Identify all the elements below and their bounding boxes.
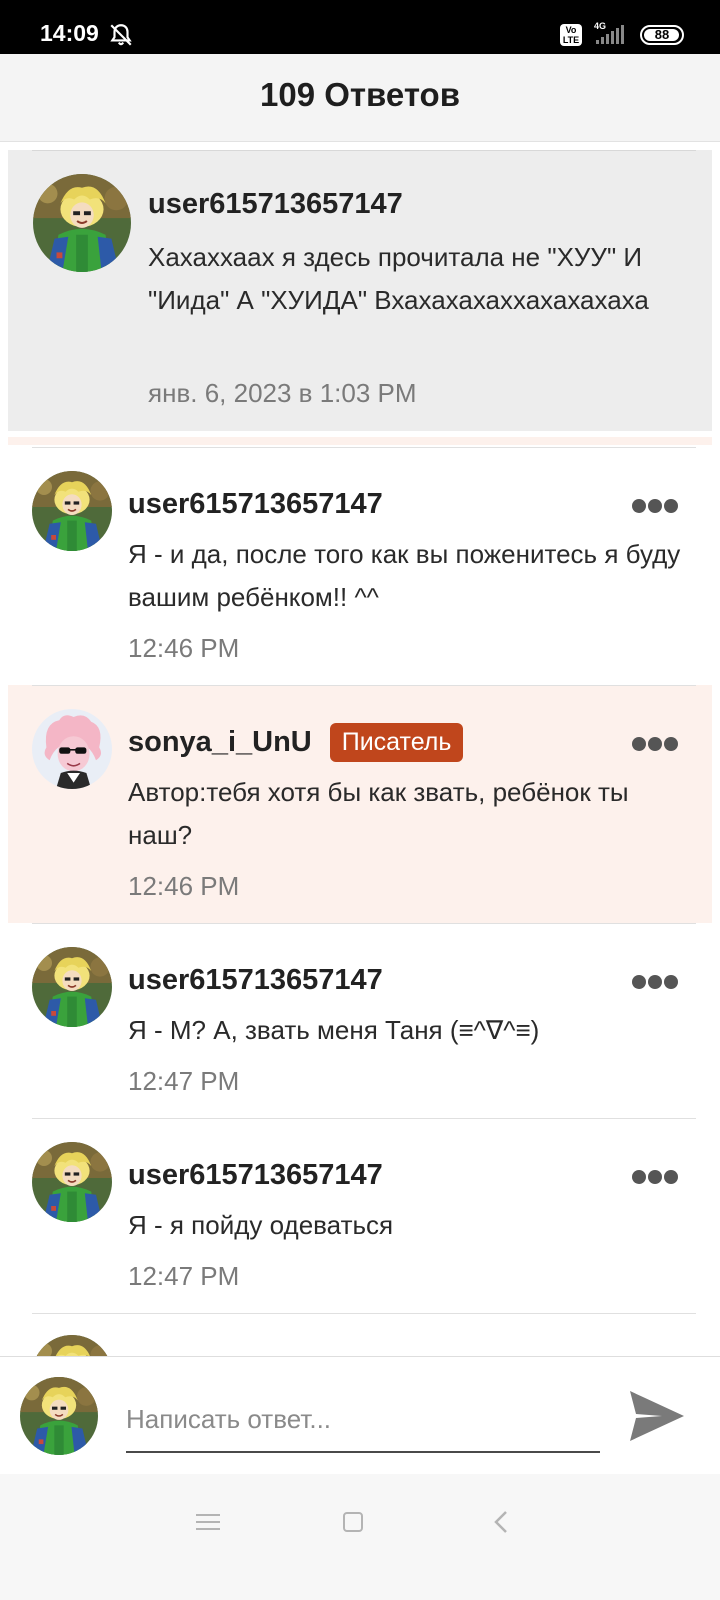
reply-text: Я - и да, после того как вы поженитесь я… — [128, 539, 681, 612]
volte-icon: Vo LTE — [560, 24, 582, 46]
reply-time: 12:46 PM — [128, 871, 240, 901]
reply-header: user615713657147 — [128, 484, 383, 524]
reply-text: Я - я пойду одеваться — [128, 1210, 394, 1240]
reply-text: Я - М? А, звать меня Таня (≡^∇^≡) — [128, 1015, 540, 1045]
comment-text: Хахаххаах я здесь прочитала не "ХУУ" И "… — [148, 242, 649, 315]
reply-header: user615713657147 — [128, 960, 383, 1000]
more-dots-icon[interactable] — [632, 1170, 678, 1184]
battery-level: 88 — [654, 27, 670, 42]
send-icon[interactable] — [626, 1387, 688, 1445]
reply-input[interactable] — [126, 1393, 600, 1453]
system-nav-bar — [0, 1474, 720, 1600]
main-comment: user615713657147 Хахаххаах я здесь прочи… — [8, 150, 712, 431]
reply-username[interactable]: user615713657147 — [128, 1159, 383, 1192]
reply-time: 12:46 PM — [128, 633, 240, 663]
divider — [32, 447, 696, 448]
reply-item: user615713657147 Я - и да, после того ка… — [8, 447, 712, 685]
reply-username[interactable]: user615713657147 — [128, 964, 383, 997]
comment-username[interactable]: user615713657147 — [148, 188, 403, 221]
reply-composer — [0, 1356, 720, 1474]
reply-header: sonya_i_UnU Писатель — [128, 722, 464, 762]
avatar[interactable] — [32, 709, 112, 789]
reply-username[interactable]: user615713657147 — [128, 488, 383, 521]
writer-badge: Писатель — [329, 722, 464, 762]
avatar[interactable] — [32, 1142, 112, 1222]
avatar — [20, 1377, 98, 1455]
back-icon[interactable] — [492, 1510, 510, 1534]
network-type: 4G — [594, 21, 606, 31]
divider — [32, 685, 696, 686]
status-bar: 14:09 Vo LTE 4G 88 — [0, 0, 720, 54]
avatar[interactable] — [32, 471, 112, 551]
bell-off-icon — [110, 24, 132, 46]
home-icon[interactable] — [343, 1512, 363, 1532]
page-title: 109 Ответов — [260, 76, 460, 113]
comment-date: янв. 6, 2023 в 1:03 PM — [148, 378, 417, 408]
signal-icon: 4G — [594, 21, 624, 44]
reply-username[interactable]: sonya_i_UnU — [128, 726, 312, 759]
divider — [32, 923, 696, 924]
divider — [8, 437, 712, 445]
reply-text: Автор:тебя хотя бы как звать, ребёнок ты… — [128, 777, 629, 850]
more-dots-icon[interactable] — [632, 499, 678, 513]
reply-item: user615713657147 Я - я пойду одеваться 1… — [8, 1118, 712, 1314]
reply-item: user615713657147 Я - М? А, звать меня Та… — [8, 923, 712, 1118]
more-dots-icon[interactable] — [632, 737, 678, 751]
reply-time: 12:47 PM — [128, 1066, 240, 1096]
reply-time: 12:47 PM — [128, 1261, 240, 1291]
reply-header: user615713657147 — [128, 1155, 383, 1195]
battery-icon: 88 — [640, 25, 684, 45]
status-time: 14:09 — [40, 20, 99, 46]
divider — [32, 150, 696, 151]
divider — [32, 1118, 696, 1119]
avatar[interactable] — [32, 947, 112, 1027]
avatar[interactable] — [33, 174, 131, 272]
menu-icon[interactable] — [196, 1512, 220, 1532]
header: 109 Ответов — [0, 54, 720, 142]
divider — [32, 1313, 696, 1314]
reply-item: sonya_i_UnU Писатель Автор:тебя хотя бы … — [8, 685, 712, 923]
avatar[interactable] — [32, 1335, 112, 1357]
more-dots-icon[interactable] — [632, 975, 678, 989]
reply-item — [8, 1313, 712, 1357]
